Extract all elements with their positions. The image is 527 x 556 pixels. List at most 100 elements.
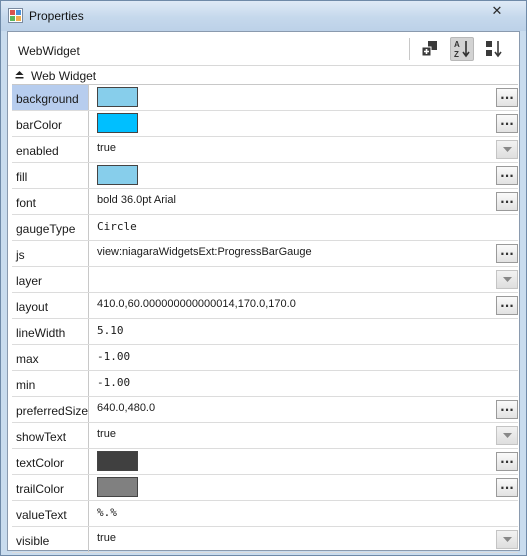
property-grid: background... barColor... enabled true fill.… bbox=[12, 84, 518, 553]
property-value-cell[interactable] bbox=[90, 267, 518, 292]
svg-text:A: A bbox=[454, 40, 460, 49]
ellipsis-icon: ... bbox=[500, 114, 514, 128]
property-name: layout bbox=[12, 293, 89, 318]
property-name: font bbox=[12, 189, 89, 214]
property-row-js[interactable]: js view:niagaraWidgetsExt:ProgressBarGaug… bbox=[12, 241, 518, 267]
ellipsis-button[interactable]: ... bbox=[496, 88, 518, 107]
toolbar-separator bbox=[409, 38, 410, 60]
property-value-cell[interactable]: ... bbox=[90, 85, 518, 110]
svg-text:Z: Z bbox=[454, 50, 459, 59]
property-value-cell[interactable]: ... bbox=[90, 111, 518, 136]
property-row-linewidth[interactable]: lineWidth 5.10 bbox=[12, 319, 518, 345]
property-value[interactable]: %.% bbox=[97, 506, 117, 519]
dropdown-button[interactable] bbox=[496, 270, 518, 289]
property-value-cell[interactable]: ... bbox=[90, 163, 518, 188]
property-row-fill[interactable]: fill... bbox=[12, 163, 518, 189]
property-row-visible[interactable]: visible true bbox=[12, 527, 518, 553]
property-value-cell[interactable]: view:niagaraWidgetsExt:ProgressBarGauge.… bbox=[90, 241, 518, 266]
property-row-min[interactable]: min -1.00 bbox=[12, 371, 518, 397]
property-row-trailcolor[interactable]: trailColor... bbox=[12, 475, 518, 501]
property-row-layout[interactable]: layout 410.0,60.000000000000014,170.0,170… bbox=[12, 293, 518, 319]
sort-alphabetical-button[interactable]: A Z bbox=[450, 37, 474, 61]
property-row-enabled[interactable]: enabled true bbox=[12, 137, 518, 163]
dropdown-arrow-icon bbox=[503, 277, 512, 282]
dropdown-button[interactable] bbox=[496, 140, 518, 159]
property-value[interactable]: -1.00 bbox=[97, 376, 130, 389]
property-row-textcolor[interactable]: textColor... bbox=[12, 449, 518, 475]
property-row-preferredsize[interactable]: preferredSize 640.0,480.0... bbox=[12, 397, 518, 423]
property-value-cell[interactable]: ... bbox=[90, 449, 518, 474]
sort-alphabetical-icon: A Z bbox=[454, 40, 470, 59]
property-name: lineWidth bbox=[12, 319, 89, 344]
ellipsis-icon: ... bbox=[500, 166, 514, 180]
ellipsis-button[interactable]: ... bbox=[496, 478, 518, 497]
property-value[interactable]: true bbox=[97, 142, 116, 154]
property-value-cell[interactable]: %.% bbox=[90, 501, 518, 526]
toolbar: WebWidget A Z bbox=[8, 32, 519, 66]
window-title: Properties bbox=[29, 9, 84, 23]
property-value[interactable]: true bbox=[97, 428, 116, 440]
ellipsis-button[interactable]: ... bbox=[496, 166, 518, 185]
close-icon: ✕ bbox=[491, 4, 503, 19]
property-row-max[interactable]: max -1.00 bbox=[12, 345, 518, 371]
color-swatch[interactable] bbox=[97, 87, 138, 107]
property-row-valuetext[interactable]: valueText%.% bbox=[12, 501, 518, 527]
ellipsis-icon: ... bbox=[500, 296, 514, 310]
properties-panel: WebWidget A Z Web Widget background ... … bbox=[7, 31, 520, 553]
ellipsis-button[interactable]: ... bbox=[496, 114, 518, 133]
ellipsis-button[interactable]: ... bbox=[496, 244, 518, 263]
add-slot-button[interactable] bbox=[418, 37, 442, 61]
property-value[interactable]: true bbox=[97, 532, 116, 544]
property-value-cell[interactable]: bold 36.0pt Arial... bbox=[90, 189, 518, 214]
property-value[interactable]: bold 36.0pt Arial bbox=[97, 194, 176, 206]
ellipsis-icon: ... bbox=[500, 244, 514, 258]
color-swatch[interactable] bbox=[97, 113, 138, 133]
ellipsis-icon: ... bbox=[500, 88, 514, 102]
property-value-cell[interactable]: -1.00 bbox=[90, 371, 518, 396]
property-value-cell[interactable]: 640.0,480.0... bbox=[90, 397, 518, 422]
property-row-layer[interactable]: layer bbox=[12, 267, 518, 293]
add-slot-icon bbox=[421, 41, 437, 57]
ellipsis-button[interactable]: ... bbox=[496, 400, 518, 419]
property-value-cell[interactable]: -1.00 bbox=[90, 345, 518, 370]
properties-window: Properties ✕ WebWidget A Z Web Widget ba… bbox=[0, 0, 527, 556]
property-row-barcolor[interactable]: barColor... bbox=[12, 111, 518, 137]
property-value-cell[interactable]: true bbox=[90, 527, 518, 552]
dropdown-button[interactable] bbox=[496, 426, 518, 445]
property-value[interactable]: 410.0,60.000000000000014,170.0,170.0 bbox=[97, 298, 296, 310]
property-row-showtext[interactable]: showText true bbox=[12, 423, 518, 449]
ellipsis-button[interactable]: ... bbox=[496, 296, 518, 315]
property-value[interactable]: 5.10 bbox=[97, 324, 124, 337]
property-value[interactable]: view:niagaraWidgetsExt:ProgressBarGauge bbox=[97, 246, 312, 258]
color-swatch[interactable] bbox=[97, 451, 138, 471]
property-name: trailColor bbox=[12, 475, 89, 500]
property-value-cell[interactable]: Circle bbox=[90, 215, 518, 240]
property-name: max bbox=[12, 345, 89, 370]
property-value-cell[interactable]: ... bbox=[90, 475, 518, 500]
property-value-cell[interactable]: true bbox=[90, 423, 518, 448]
property-value-cell[interactable]: true bbox=[90, 137, 518, 162]
dropdown-arrow-icon bbox=[503, 537, 512, 542]
property-value[interactable]: 640.0,480.0 bbox=[97, 402, 155, 414]
group-label: Web Widget bbox=[31, 69, 97, 83]
properties-window-icon bbox=[8, 8, 23, 23]
group-header[interactable]: Web Widget bbox=[8, 67, 519, 84]
property-name: fill bbox=[12, 163, 89, 188]
property-value-cell[interactable]: 5.10 bbox=[90, 319, 518, 344]
property-row-gaugetype[interactable]: gaugeType Circle bbox=[12, 215, 518, 241]
ellipsis-button[interactable]: ... bbox=[496, 452, 518, 471]
color-swatch[interactable] bbox=[97, 165, 138, 185]
dropdown-button[interactable] bbox=[496, 530, 518, 549]
collapse-up-icon bbox=[15, 71, 24, 79]
property-value[interactable]: -1.00 bbox=[97, 350, 130, 363]
ellipsis-button[interactable]: ... bbox=[496, 192, 518, 211]
ellipsis-icon: ... bbox=[500, 400, 514, 414]
property-value-cell[interactable]: 410.0,60.000000000000014,170.0,170.0... bbox=[90, 293, 518, 318]
ellipsis-icon: ... bbox=[500, 478, 514, 492]
property-value[interactable]: Circle bbox=[97, 220, 137, 233]
property-row-font[interactable]: font bold 36.0pt Arial... bbox=[12, 189, 518, 215]
sort-order-button[interactable] bbox=[482, 37, 506, 61]
property-row-background[interactable]: background... bbox=[12, 85, 518, 111]
close-button[interactable]: ✕ bbox=[476, 3, 518, 21]
color-swatch[interactable] bbox=[97, 477, 138, 497]
